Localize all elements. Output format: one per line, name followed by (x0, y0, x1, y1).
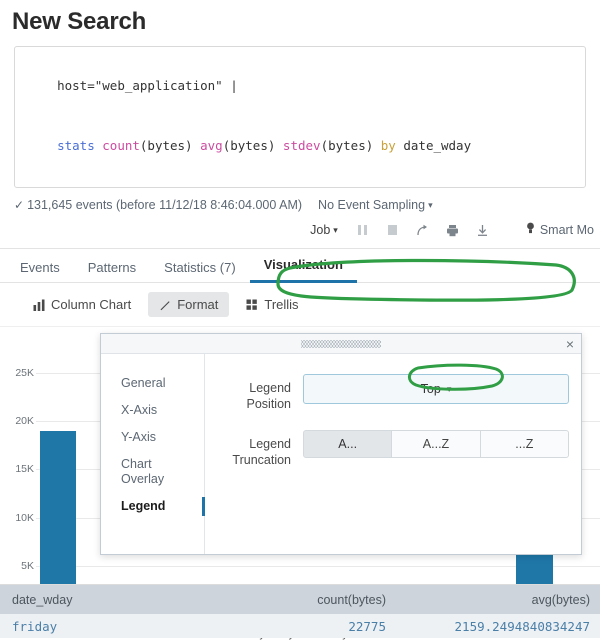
chevron-down-icon: ▾ (428, 200, 433, 210)
format-button[interactable]: Format (148, 292, 229, 317)
query-token-avg: avg (200, 138, 223, 153)
query-token: host="web_application" | (57, 78, 238, 93)
bar-chart-icon (33, 299, 45, 311)
query-token-by: by (381, 138, 396, 153)
format-label: Format (177, 297, 218, 312)
event-count-text: 131,645 events (before 11/12/18 8:46:04.… (27, 198, 302, 212)
query-token-stats: stats (57, 138, 102, 153)
query-token-field: date_wday (396, 138, 471, 153)
legend-position-label: Legend Position (205, 374, 303, 412)
search-mode-button[interactable]: Smart Mo (526, 222, 594, 238)
cell-count-bytes: 22775 (200, 619, 400, 634)
dialog-header[interactable]: × (101, 334, 581, 354)
job-label: Job (310, 223, 330, 237)
check-icon: ✓ (14, 198, 24, 212)
legend-position-dropdown[interactable]: Top ▾ (303, 374, 569, 404)
query-token-count: count (102, 138, 140, 153)
cell-date-wday: friday (0, 619, 200, 634)
nav-item-legend[interactable]: Legend (101, 493, 204, 520)
column-header-date-wday[interactable]: date_wday (0, 593, 200, 607)
column-header-avg-bytes[interactable]: avg(bytes) (400, 593, 600, 607)
query-token-avg-args: (bytes) (223, 138, 283, 153)
table-header-row: date_wday count(bytes) avg(bytes) (0, 585, 600, 614)
table-row[interactable]: friday 22775 2159.2494840834247 (0, 614, 600, 638)
drag-handle-icon[interactable] (301, 340, 381, 348)
legend-position-value: Top (421, 382, 441, 396)
query-token-count-args: (bytes) (140, 138, 200, 153)
chevron-down-icon: ▾ (447, 384, 452, 395)
download-icon[interactable] (468, 220, 498, 240)
trellis-label: Trellis (264, 297, 298, 312)
truncation-option-end[interactable]: ...Z (480, 430, 569, 458)
legend-truncation-label: Legend Truncation (205, 430, 303, 468)
search-query-line-1: host="web_application" | (27, 56, 573, 116)
nav-item-general[interactable]: General (101, 370, 204, 397)
format-dialog: × General X-Axis Y-Axis Chart Overlay Le… (100, 333, 582, 555)
y-tick-label: 10K (2, 512, 34, 524)
dialog-nav: General X-Axis Y-Axis Chart Overlay Lege… (101, 354, 205, 554)
print-icon[interactable] (438, 220, 468, 240)
tab-statistics[interactable]: Statistics (7) (150, 254, 250, 283)
event-sampling-dropdown[interactable]: No Event Sampling▾ (318, 198, 433, 212)
cell-avg-bytes: 2159.2494840834247 (400, 619, 600, 634)
y-axis-labels: 25K 20K 15K 10K 5K (2, 373, 34, 614)
chart-type-button[interactable]: Column Chart (22, 292, 142, 317)
job-toolbar: Job▾ Smart Mo (0, 218, 600, 249)
tab-visualization[interactable]: Visualization (250, 251, 357, 283)
share-icon[interactable] (408, 220, 438, 240)
y-tick-label: 5K (2, 560, 34, 572)
page-title: New Search (0, 0, 600, 46)
legend-truncation-row: Legend Truncation A... A...Z ...Z (205, 430, 569, 468)
nav-item-y-axis[interactable]: Y-Axis (101, 424, 204, 451)
pause-icon[interactable] (348, 220, 378, 240)
y-tick-label: 20K (2, 415, 34, 427)
tab-events[interactable]: Events (6, 254, 74, 283)
tab-patterns[interactable]: Patterns (74, 254, 150, 283)
legend-position-row: Legend Position Top ▾ (205, 374, 569, 412)
chart-controls-bar: Column Chart Format Trellis (0, 283, 600, 326)
lightbulb-icon (526, 222, 535, 238)
event-count-label: ✓131,645 events (before 11/12/18 8:46:04… (14, 198, 302, 212)
result-tabs: Events Patterns Statistics (7) Visualiza… (0, 249, 600, 283)
truncation-option-middle[interactable]: A...Z (391, 430, 480, 458)
event-summary-row: ✓131,645 events (before 11/12/18 8:46:04… (0, 188, 600, 218)
stop-icon[interactable] (378, 220, 408, 240)
column-header-count-bytes[interactable]: count(bytes) (200, 593, 400, 607)
y-tick-label: 15K (2, 463, 34, 475)
legend-truncation-control: A... A...Z ...Z (303, 430, 569, 458)
nav-item-x-axis[interactable]: X-Axis (101, 397, 204, 424)
pencil-icon (159, 299, 171, 311)
grid-icon (246, 299, 258, 311)
truncation-option-start[interactable]: A... (303, 430, 392, 458)
chevron-down-icon: ▾ (333, 225, 338, 235)
nav-item-chart-overlay[interactable]: Chart Overlay (101, 451, 171, 493)
close-icon[interactable]: × (566, 335, 574, 353)
statistics-table: date_wday count(bytes) avg(bytes) friday… (0, 584, 600, 638)
search-query-line-2: stats count(bytes) avg(bytes) stdev(byte… (27, 116, 573, 176)
legend-position-control: Top ▾ (303, 374, 569, 404)
query-token-stdev-args: (bytes) (321, 138, 381, 153)
search-mode-label: Smart Mo (540, 223, 594, 237)
y-tick-label: 25K (2, 367, 34, 379)
dialog-content: Legend Position Top ▾ Legend Truncation … (205, 354, 581, 554)
legend-truncation-group: A... A...Z ...Z (303, 430, 569, 458)
search-query-input[interactable]: host="web_application" | stats count(byt… (14, 46, 586, 188)
event-sampling-label: No Event Sampling (318, 198, 425, 212)
dialog-body: General X-Axis Y-Axis Chart Overlay Lege… (101, 354, 581, 554)
trellis-button[interactable]: Trellis (235, 292, 309, 317)
chart-type-label: Column Chart (51, 297, 131, 312)
query-token-stdev: stdev (283, 138, 321, 153)
job-menu-button[interactable]: Job▾ (300, 221, 348, 239)
